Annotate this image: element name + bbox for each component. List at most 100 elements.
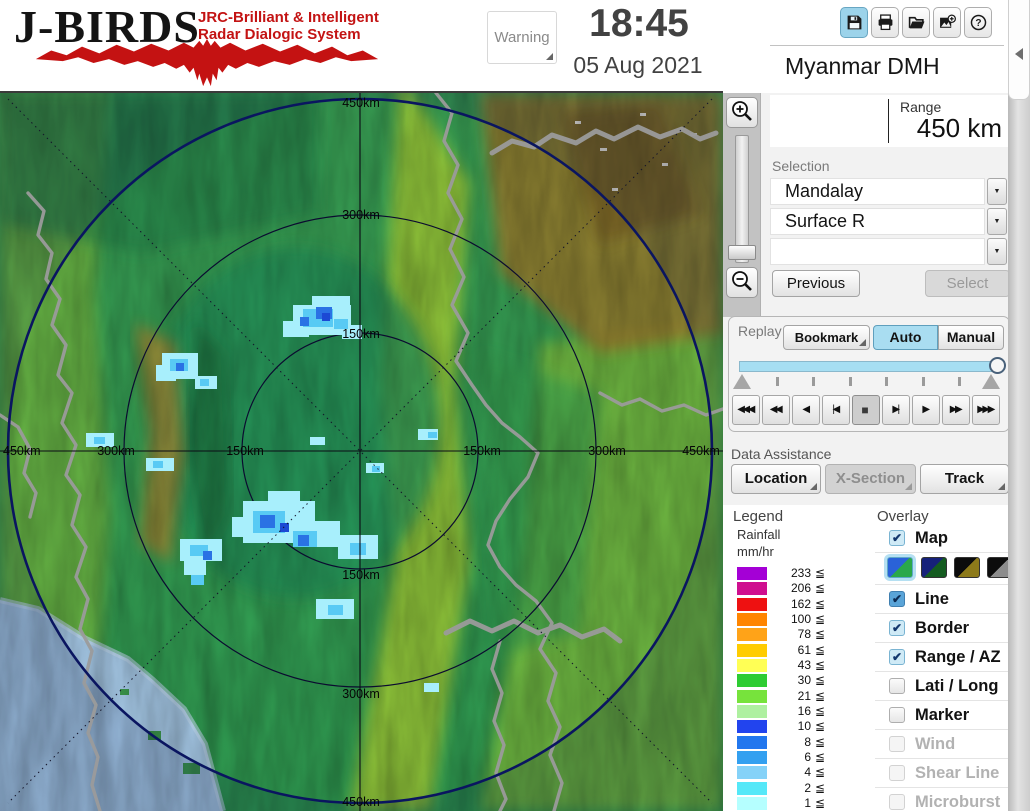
header: J-BIRDS JRC-Brilliant & Intelligent Rada… [0,0,762,93]
zoom-in-button[interactable] [726,97,758,128]
add-image-button[interactable] [933,7,961,38]
forward-fast-button[interactable]: ▶▶▶ [972,395,1000,425]
rewind-button[interactable]: ◀◀ [762,395,790,425]
manual-button[interactable]: Manual [938,325,1004,350]
previous-button[interactable]: Previous [772,270,860,297]
play-reverse-button[interactable]: ◀ [792,395,820,425]
save-button[interactable] [840,7,868,38]
leq-icon: ≦ [815,627,826,641]
save-icon [847,15,861,30]
map-style-swatch-3[interactable] [954,557,980,578]
radar-map-display[interactable]: 450km 300km 150km 150km 300km 450km 450k… [0,93,723,811]
check-icon: ✔ [891,650,903,664]
print-icon [878,14,892,31]
legend-value: 6 [804,750,811,764]
leq-icon: ≦ [815,750,826,764]
legend-swatch [737,644,767,657]
replay-timeline-track[interactable] [739,361,995,372]
zoom-slider-track[interactable] [735,135,749,263]
timeline-start-marker[interactable] [733,374,751,389]
zoom-out-button[interactable] [726,267,758,298]
legend-row: 206 ≦ [737,581,849,596]
leq-icon: ≦ [815,566,826,580]
product-dropdown-arrow[interactable]: ▼ [987,208,1007,235]
ring-label: 150km [342,568,380,582]
overlay-row-border[interactable]: ✔ Border [875,614,1008,643]
legend-title-line2: mm/hr [737,544,774,559]
location-button[interactable]: Location [731,464,821,494]
leq-icon: ≦ [815,765,826,779]
panel-collapse-tab[interactable] [1008,0,1030,100]
map-style-swatch-1[interactable] [887,557,913,578]
range-az-checkbox[interactable]: ✔ [889,649,905,665]
print-button[interactable] [871,7,899,38]
control-panel: ? Myanmar DMH Range 450 km Selection Man… [723,0,1013,811]
overlay-list: ✔ Map ✔ Line ✔ Border ✔ Range / AZ Lati … [875,524,1013,811]
leq-icon: ≦ [815,612,826,626]
legend-swatch [737,567,767,580]
zoom-slider-thumb[interactable] [728,245,756,260]
line-checkbox[interactable]: ✔ [889,591,905,607]
help-button[interactable]: ? [964,7,992,38]
ring-label: 150km [342,327,380,341]
legend-swatch [737,690,767,703]
overlay-item-label: Line [915,590,949,608]
overlay-row-lati-long[interactable]: Lati / Long [875,672,1008,701]
collapse-left-icon [1015,48,1023,60]
overlay-row-marker[interactable]: Marker [875,701,1008,730]
overlay-item-label: Map [915,529,948,547]
stop-button[interactable]: ■ [852,395,880,425]
bookmark-button[interactable]: Bookmark [783,325,870,350]
map-checkbox[interactable]: ✔ [889,530,905,546]
overlay-row-map[interactable]: ✔ Map [875,524,1008,553]
site-dropdown-arrow[interactable]: ▼ [987,178,1007,205]
marker-checkbox[interactable] [889,707,905,723]
leq-icon: ≦ [815,719,826,733]
overlay-row-range-az[interactable]: ✔ Range / AZ [875,643,1008,672]
legend-label: Legend [733,508,784,525]
option-dropdown-arrow[interactable]: ▼ [987,238,1007,265]
panel-divider [770,45,1004,46]
legend-row: 100 ≦ [737,612,849,627]
rewind-fast-button[interactable]: ◀◀◀ [732,395,760,425]
map-style-swatch-2[interactable] [921,557,947,578]
step-back-button[interactable]: |◀ [822,395,850,425]
svg-text:?: ? [975,18,981,29]
legend-row: 1 ≦ [737,796,849,811]
clock-time: 18:45 [589,2,689,45]
track-button[interactable]: Track [920,464,1009,494]
select-button[interactable]: Select [925,270,1010,297]
overlay-row-shear-line: Shear Line [875,759,1008,788]
data-assistance-label: Data Assistance [731,446,832,462]
warning-button[interactable]: Warning [487,11,557,64]
legend-value: 100 [790,612,811,626]
step-forward-button[interactable]: ▶| [882,395,910,425]
site-dropdown[interactable]: Mandalay [770,178,985,205]
legend-row: 61 ≦ [737,643,849,658]
auto-button[interactable]: Auto [873,325,938,350]
legend-value: 43 [797,658,811,672]
leq-icon: ≦ [815,673,826,687]
replay-label: Replay [738,323,782,339]
legend-swatch [737,628,767,641]
timeline-tick [776,377,779,386]
play-button[interactable]: ▶ [912,395,940,425]
legend-swatch [737,782,767,795]
border-checkbox[interactable]: ✔ [889,620,905,636]
overlay-item-label: Microburst [915,793,1001,811]
timeline-end-marker[interactable] [982,374,1000,389]
option-dropdown[interactable] [770,238,985,265]
eagle-logo-icon [35,38,379,87]
product-dropdown[interactable]: Surface R [770,208,985,235]
xsection-button[interactable]: X-Section [825,464,916,494]
lati-long-checkbox[interactable] [889,678,905,694]
open-folder-button[interactable] [902,7,930,38]
replay-timeline-handle[interactable] [989,357,1006,374]
forward-button[interactable]: ▶▶ [942,395,970,425]
zoom-out-icon [732,271,752,291]
overlay-row-microburst: Microburst [875,788,1008,811]
timeline-tick [922,377,925,386]
overlay-row-line[interactable]: ✔ Line [875,585,1008,614]
legend-row: 43 ≦ [737,658,849,673]
ring-label: 150km [463,444,501,458]
